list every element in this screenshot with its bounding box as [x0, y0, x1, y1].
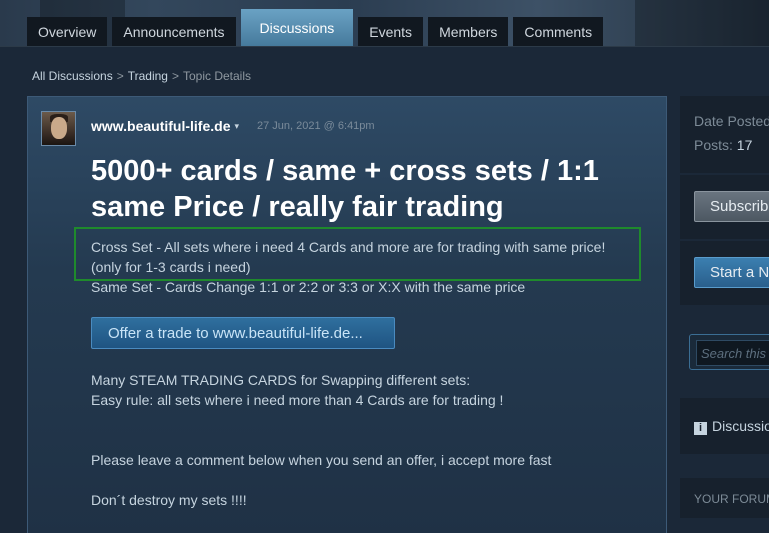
body-line: Same Set - Cards Change 1:1 or 2:2 or 3:…: [91, 279, 526, 295]
breadcrumb-trading[interactable]: Trading: [128, 69, 168, 83]
chevron-down-icon[interactable]: ▾: [235, 121, 240, 132]
header-divider: [0, 46, 769, 47]
tab-members[interactable]: Members: [428, 17, 509, 46]
date-posted-label: Date Posted: [694, 113, 769, 129]
offer-trade-button[interactable]: Offer a trade to www.beautiful-life.de..…: [91, 317, 395, 349]
body-line: (only for 1-3 cards i need): [91, 259, 251, 275]
author-name-label: www.beautiful-life.de: [91, 118, 231, 134]
your-forum-block: YOUR FORUM: [680, 478, 769, 518]
tab-announcements[interactable]: Announcements: [112, 17, 236, 46]
body-paragraph: Don´t destroy my sets !!!!: [91, 492, 247, 508]
discussions-label: Discussio: [712, 418, 769, 434]
discussions-rules-block[interactable]: i Discussio: [680, 398, 769, 454]
body-line: Cross Set - All sets where i need 4 Card…: [91, 239, 606, 255]
body-paragraph: Many STEAM TRADING CARDS for Swapping di…: [91, 370, 651, 410]
body-paragraph: Please leave a comment below when you se…: [91, 452, 552, 468]
body-line: Easy rule: all sets where i need more th…: [91, 392, 504, 408]
topic-title: 5000+ cards / same + cross sets / 1:1 sa…: [91, 153, 651, 225]
body-line: Many STEAM TRADING CARDS for Swapping di…: [91, 372, 471, 388]
group-tabs: Overview Announcements Discussions Event…: [27, 9, 608, 46]
breadcrumb-separator: >: [116, 69, 124, 83]
author-name[interactable]: www.beautiful-life.de ▾: [91, 118, 239, 134]
banner-art: [635, 0, 769, 46]
breadcrumb: All Discussions > Trading > Topic Detail…: [32, 69, 251, 83]
topic-stats-block: Date Posted Posts: 17: [680, 96, 769, 173]
posts-count: Posts: 17: [694, 137, 752, 153]
subscribe-block: Subscribe: [680, 175, 769, 239]
cross-set-text: Cross Set - All sets where i need 4 Card…: [91, 237, 651, 297]
search-input[interactable]: [696, 340, 769, 366]
tab-discussions[interactable]: Discussions: [240, 9, 354, 46]
tab-overview[interactable]: Overview: [27, 17, 108, 46]
posts-label: Posts:: [694, 137, 733, 153]
start-new-discussion-button[interactable]: Start a N: [694, 257, 769, 288]
tab-events[interactable]: Events: [358, 17, 424, 46]
breadcrumb-separator: >: [171, 69, 179, 83]
topic-title-line: same Price / really fair trading: [91, 191, 504, 223]
right-sidebar: Date Posted Posts: 17 Subscribe Start a …: [680, 96, 769, 533]
breadcrumb-all-discussions[interactable]: All Discussions: [32, 69, 113, 83]
author-avatar[interactable]: [41, 111, 76, 146]
discussions-rules-link[interactable]: i Discussio: [694, 418, 769, 435]
breadcrumb-current: Topic Details: [182, 69, 252, 83]
topic-title-line: 5000+ cards / same + cross sets / 1:1: [91, 155, 599, 187]
posts-value: 17: [736, 137, 753, 153]
subscribe-button[interactable]: Subscribe: [694, 191, 769, 222]
tab-comments[interactable]: Comments: [513, 17, 604, 46]
topic-panel: www.beautiful-life.de ▾ 27 Jun, 2021 @ 6…: [27, 96, 667, 533]
start-discussion-block: Start a N: [680, 241, 769, 305]
post-date: 27 Jun, 2021 @ 6:41pm: [257, 120, 375, 132]
search-box: [689, 334, 769, 370]
info-icon: i: [694, 421, 707, 435]
your-forum-heading: YOUR FORUM: [694, 492, 769, 506]
avatar-face: [51, 117, 67, 139]
